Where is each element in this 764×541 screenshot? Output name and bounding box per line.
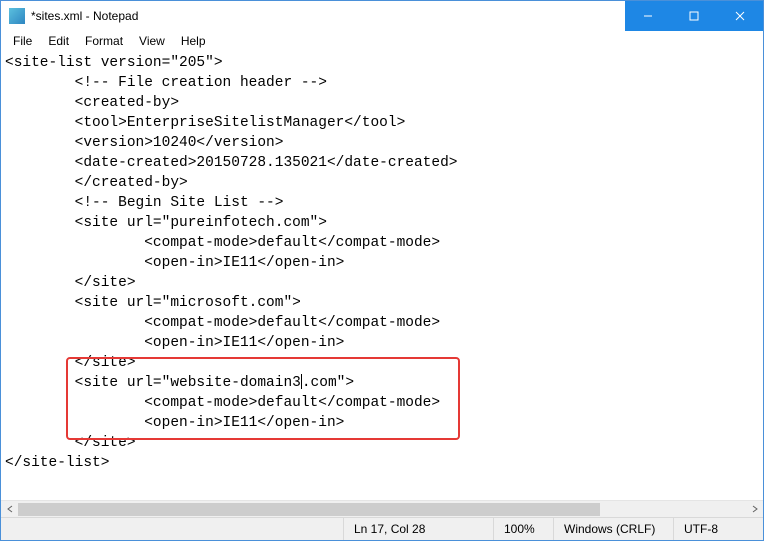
horizontal-scrollbar[interactable]: [1, 500, 763, 517]
window-title: *sites.xml - Notepad: [31, 9, 625, 23]
menubar: File Edit Format View Help: [1, 31, 763, 51]
editor: <site-list version="205"> <!-- File crea…: [1, 51, 763, 517]
highlight-box: [66, 357, 460, 440]
statusbar: Ln 17, Col 28 100% Windows (CRLF) UTF-8: [1, 517, 763, 540]
menu-edit[interactable]: Edit: [40, 32, 77, 50]
menu-format[interactable]: Format: [77, 32, 131, 50]
minimize-button[interactable]: [625, 1, 671, 31]
notepad-icon: [9, 8, 25, 24]
scroll-left-icon[interactable]: [1, 501, 18, 518]
text-area[interactable]: <site-list version="205"> <!-- File crea…: [1, 51, 763, 500]
maximize-button[interactable]: [671, 1, 717, 31]
menu-file[interactable]: File: [5, 32, 40, 50]
scroll-thumb[interactable]: [18, 503, 600, 516]
menu-help[interactable]: Help: [173, 32, 214, 50]
titlebar[interactable]: *sites.xml - Notepad: [1, 1, 763, 31]
window-buttons: [625, 1, 763, 31]
status-encoding: UTF-8: [673, 518, 763, 540]
status-position: Ln 17, Col 28: [343, 518, 493, 540]
close-button[interactable]: [717, 1, 763, 31]
scroll-track[interactable]: [18, 501, 746, 518]
status-eol: Windows (CRLF): [553, 518, 673, 540]
menu-view[interactable]: View: [131, 32, 173, 50]
scroll-right-icon[interactable]: [746, 501, 763, 518]
status-zoom: 100%: [493, 518, 553, 540]
